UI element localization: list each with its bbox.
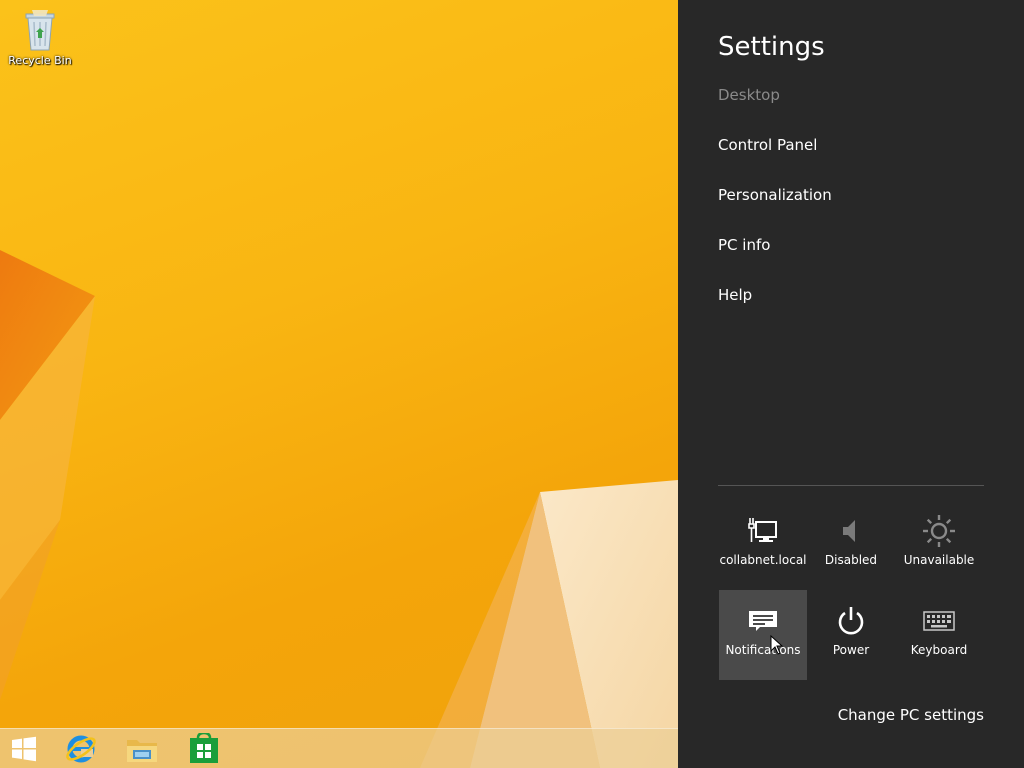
recycle-bin-icon <box>22 6 58 52</box>
desktop-icon-recycle-bin[interactable]: Recycle Bin <box>6 6 74 67</box>
menu-item-personalization[interactable]: Personalization <box>718 186 832 204</box>
power-icon <box>807 604 895 638</box>
context-label: Desktop <box>718 86 780 104</box>
store-icon <box>190 733 218 763</box>
divider <box>718 485 984 486</box>
internet-explorer-icon <box>66 735 96 763</box>
menu-item-control-panel[interactable]: Control Panel <box>718 136 817 154</box>
quick-setting-label: collabnet.local <box>719 553 807 567</box>
keyboard-icon <box>895 604 983 638</box>
screen: Recycle Bin Settings Desktop Control Pan… <box>0 0 1024 768</box>
pane-title: Settings <box>718 32 825 62</box>
taskbar <box>0 728 678 768</box>
quick-setting-network[interactable]: collabnet.local <box>719 498 807 588</box>
change-pc-settings-link[interactable]: Change PC settings <box>838 706 984 724</box>
start-button[interactable] <box>4 731 44 767</box>
network-icon <box>719 514 807 548</box>
desktop-icon-label: Recycle Bin <box>8 54 72 67</box>
taskbar-internet-explorer[interactable] <box>61 731 101 767</box>
desktop[interactable]: Recycle Bin <box>0 0 678 768</box>
quick-setting-brightness[interactable]: Unavailable <box>895 498 983 588</box>
quick-setting-label: Disabled <box>824 553 878 567</box>
quick-setting-label: Power <box>832 643 870 657</box>
quick-setting-label: Notifications <box>725 643 801 657</box>
brightness-icon <box>895 514 983 548</box>
taskbar-store[interactable] <box>184 731 224 767</box>
quick-setting-label: Keyboard <box>910 643 968 657</box>
quick-setting-label: Unavailable <box>903 553 975 567</box>
wallpaper <box>0 250 678 768</box>
quick-setting-power[interactable]: Power <box>807 590 895 680</box>
volume-icon <box>807 514 895 548</box>
quick-setting-keyboard[interactable]: Keyboard <box>895 590 983 680</box>
windows-logo-icon <box>12 736 36 762</box>
menu-item-pc-info[interactable]: PC info <box>718 236 770 254</box>
quick-setting-volume[interactable]: Disabled <box>807 498 895 588</box>
taskbar-file-explorer[interactable] <box>122 731 162 767</box>
menu-item-help[interactable]: Help <box>718 286 752 304</box>
settings-charm-pane: Settings Desktop Control Panel Personali… <box>678 0 1024 768</box>
quick-setting-notifications[interactable]: Notifications <box>719 590 807 680</box>
folder-icon <box>127 740 157 762</box>
notifications-icon <box>719 604 807 638</box>
